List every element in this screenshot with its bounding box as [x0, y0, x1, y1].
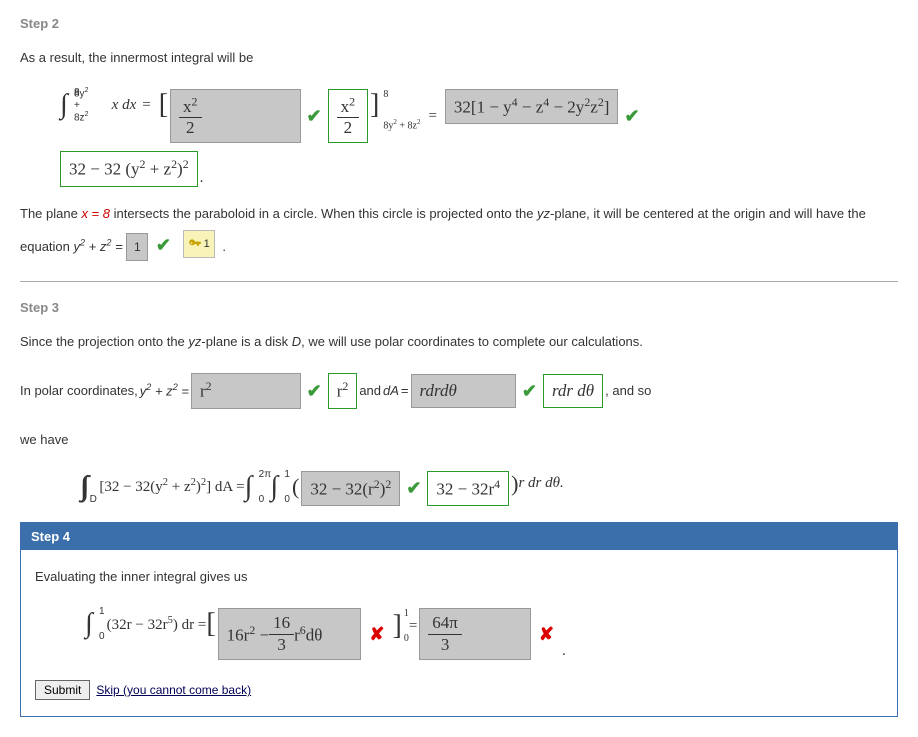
integral-sign: ∫10: [85, 608, 93, 640]
step2-intro: As a result, the innermost integral will…: [20, 45, 898, 71]
integral-sign: ∫88y2 + 8z2: [60, 89, 68, 121]
step3-head: Step 3: [20, 300, 898, 315]
step3-wehave: we have: [20, 427, 898, 453]
step2-answer1-grey[interactable]: x22: [170, 89, 300, 143]
submit-button[interactable]: Submit: [35, 680, 90, 700]
step4-answer2-grey[interactable]: 64π3: [419, 608, 531, 660]
integral-sign: ∫2π0: [245, 471, 253, 503]
key-icon: [188, 237, 202, 251]
step2-eq1: ∫88y2 + 8z2 x dx = [ x22 ✔ x22 ] 8 8y2 +…: [60, 89, 898, 143]
button-row: Submit Skip (you cannot come back): [35, 680, 883, 700]
step3-polar-line: In polar coordinates, y2 + z2 = r2 ✔ r2 …: [20, 373, 898, 409]
check-icon: ✔: [307, 373, 322, 409]
integral-sign: ∫D: [82, 471, 90, 503]
step2-head: Step 2: [20, 16, 898, 31]
step3-rdr-green: rdr dθ: [543, 374, 603, 408]
step2-answer1-green: x22: [328, 89, 368, 143]
check-icon: ✔: [307, 106, 322, 127]
check-icon: ✔: [156, 235, 171, 255]
step2-paragraph: The plane x = 8 intersects the paraboloi…: [20, 201, 898, 263]
step4-intro: Evaluating the inner integral gives us: [35, 564, 883, 590]
step3-dbl-integral: ∫ ∫D [32 − 32(y2 + z2)2] dA = ∫2π0 ∫10 (…: [80, 471, 898, 506]
step4: Step 4 Evaluating the inner integral giv…: [20, 522, 898, 717]
divider: [20, 281, 898, 282]
cross-icon: ✘: [369, 624, 384, 645]
step3-r2-grey[interactable]: r2: [191, 373, 301, 408]
step4-head: Step 4: [21, 523, 897, 550]
step3: Step 3 Since the projection onto the yz-…: [20, 300, 898, 506]
cross-icon: ✘: [539, 624, 554, 645]
step3-expr-green: 32 − 32r4: [427, 471, 509, 506]
step2-answer2-grey[interactable]: 32[1 − y4 − z4 − 2y2z2]: [445, 89, 619, 124]
bracket-close: ]: [370, 89, 379, 121]
step3-expr-grey[interactable]: 32 − 32(r2)2: [301, 471, 400, 506]
integrand: x dx: [112, 97, 137, 114]
step3-rdr-grey[interactable]: rdrdθ: [411, 374, 516, 408]
step3-r2-green: r2: [328, 373, 358, 408]
check-icon: ✔: [624, 106, 639, 127]
integral: ∫88y2 + 8z2 x dx =: [60, 89, 157, 121]
step2-answer2-green: 32 − 32 (y2 + z2)2: [60, 151, 198, 186]
step2-small-input[interactable]: 1: [126, 233, 148, 261]
integral-sign: ∫10: [270, 471, 278, 503]
skip-link[interactable]: Skip (you cannot come back): [96, 683, 251, 697]
step4-eq: ∫10 (32r − 32r5) dr = [ 16r2 − 163 r6dθ …: [85, 608, 883, 660]
step2: Step 2 As a result, the innermost integr…: [20, 16, 898, 263]
eval-limits: 8 8y2 + 8z2: [383, 89, 420, 131]
check-icon: ✔: [522, 373, 537, 409]
check-icon: ✔: [406, 478, 421, 499]
plane-x8: x = 8: [81, 206, 110, 221]
step3-intro: Since the projection onto the yz-plane i…: [20, 329, 898, 355]
hint-key[interactable]: 1: [183, 230, 215, 258]
bracket-open: [: [159, 89, 168, 121]
step4-answer1-grey[interactable]: 16r2 − 163 r6dθ: [218, 608, 362, 660]
